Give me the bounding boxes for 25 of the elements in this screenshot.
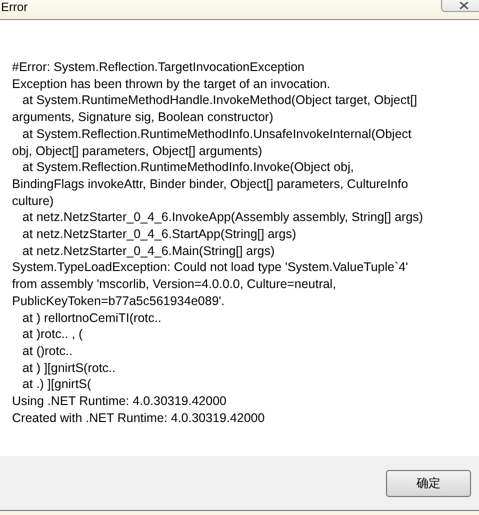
error-text-line: at ) ][gnirtS(rotc.. [21, 360, 116, 376]
close-icon [459, 2, 469, 9]
error-text-line: culture) [12, 192, 54, 210]
ok-button[interactable]: 确定 [386, 470, 471, 496]
error-text-line: at System.RuntimeMethodHandle.InvokeMethod(Object target, Object[] [21, 92, 418, 110]
error-text-line: System.TypeLoadException: Could not load type 'System.ValueTuple`4' [12, 259, 408, 276]
error-text-line: at .) ][gnirtS( [21, 376, 92, 394]
error-text-line: Exception has been thrown by the target of an invocation. [12, 76, 330, 92]
error-text-line: Created with .NET Runtime: 4.0.30319.42000 [12, 410, 265, 426]
error-text-line: at ) rellortnoCemiTI(rotc.. [21, 310, 162, 326]
error-text-line: at netz.NetzStarter_0_4_6.InvokeApp(Assembly assembly, String[] args) [21, 209, 424, 226]
error-text-line: PublicKeyToken=b77a5c561934e089'. [12, 292, 225, 310]
error-text-line: from assembly 'mscorlib, Version=4.0.0.0, Culture=neutral, [12, 276, 336, 293]
window-title: Error [0, 0, 28, 14]
error-text-line: at netz.NetzStarter_0_4_6.StartApp(String[] args) [21, 226, 296, 243]
error-text-line: at netz.NetzStarter_0_4_6.Main(String[] args) [21, 242, 275, 260]
error-text-line: Using .NET Runtime: 4.0.30319.42000 [12, 393, 226, 410]
error-text-line: arguments, Signature sig, Boolean constructor) [12, 109, 274, 126]
error-text-line: at )rotc.. , ( [21, 326, 83, 343]
error-text-line: at System.Reflection.RuntimeMethodInfo.Invoke(Object obj, [21, 159, 354, 176]
error-text-line: #Error: System.Reflection.TargetInvocationException [12, 59, 304, 76]
error-text-line: BindingFlags invokeAttr, Binder binder, Object[] parameters, CultureInfo [12, 176, 408, 193]
error-text-line: obj, Object[] parameters, Object[] arguments) [12, 142, 262, 160]
error-text-line: at System.Reflection.RuntimeMethodInfo.UnsafeInvokeInternal(Object [21, 126, 412, 143]
error-text-line: at ()rotc.. [21, 342, 72, 360]
